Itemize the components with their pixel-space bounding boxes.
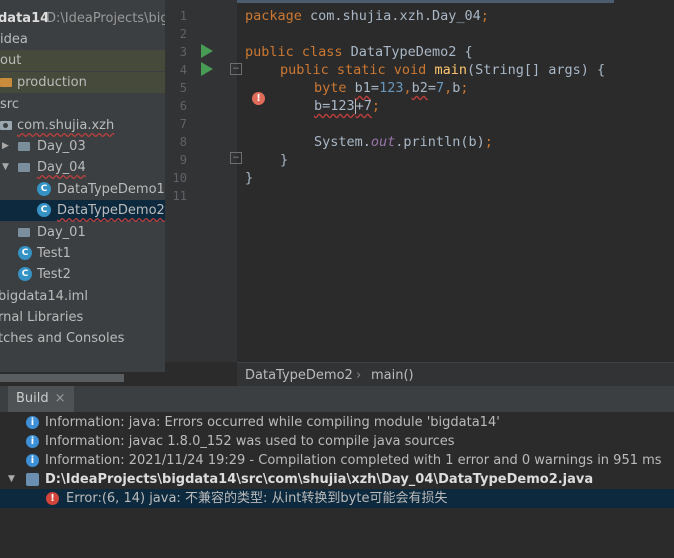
tree-item-datatypedemo2[interactable]: C DataTypeDemo2 xyxy=(0,200,165,221)
build-error-message[interactable]: ! Error:(6, 14) java: 不兼容的类型: 从int转换到byt… xyxy=(0,489,674,508)
tree-item-package[interactable]: com.shujia.xzh xyxy=(0,115,165,136)
tree-item-label: DataTypeDemo1 xyxy=(57,182,165,197)
line-number: 2 xyxy=(179,27,187,41)
info-icon: i xyxy=(26,435,39,448)
line-number: 9 xyxy=(179,153,187,167)
tree-item-label: production xyxy=(17,75,87,90)
line-number: 11 xyxy=(172,189,187,203)
tree-item-out[interactable]: out xyxy=(0,50,165,71)
horizontal-scrollbar[interactable] xyxy=(0,374,124,382)
build-message-text: Information: javac 1.8.0_152 was used to… xyxy=(45,434,455,449)
code-line-9: } xyxy=(280,152,289,168)
chevron-down-icon[interactable]: ▼ xyxy=(2,157,9,178)
java-class-icon: C xyxy=(37,182,51,196)
info-icon: i xyxy=(26,416,39,429)
tree-item-production[interactable]: production xyxy=(0,72,165,93)
tree-item-label: tches and Consoles xyxy=(0,331,125,346)
chevron-right-icon[interactable]: ▶ xyxy=(2,136,9,157)
code-line-6: b=123+7; xyxy=(314,98,381,114)
tree-item-day04[interactable]: ▼ Day_04 xyxy=(0,157,165,178)
package-icon xyxy=(0,121,12,130)
tree-item-label: DataTypeDemo2 xyxy=(57,203,165,218)
code-line-8: System.out.println(b); xyxy=(314,134,493,150)
build-message[interactable]: i Information: java: Errors occurred whi… xyxy=(0,413,674,432)
java-file-icon xyxy=(26,473,39,486)
tree-item-test2[interactable]: C Test2 xyxy=(0,264,165,285)
run-main-icon[interactable] xyxy=(201,62,213,76)
tree-item-datatypedemo1[interactable]: C DataTypeDemo1 xyxy=(0,179,165,200)
java-class-icon: C xyxy=(37,203,51,217)
tab-build[interactable]: Build × xyxy=(8,386,74,412)
code-line-10: } xyxy=(245,170,254,186)
line-number: 7 xyxy=(179,117,187,131)
line-number: 6 xyxy=(179,99,187,113)
code-line-5: byte b1=123,b2=7,b; xyxy=(314,80,469,96)
close-icon[interactable]: × xyxy=(55,391,66,406)
tree-item-label: Test1 xyxy=(37,246,71,261)
tree-item-scratches[interactable]: tches and Consoles xyxy=(0,328,165,349)
line-number: 5 xyxy=(179,81,187,95)
package-icon xyxy=(18,163,30,172)
tree-item-src[interactable]: src xyxy=(0,94,165,115)
editor-tab-indicator xyxy=(237,0,614,3)
tree-item-label: rnal Libraries xyxy=(0,310,84,325)
line-number: 1 xyxy=(179,9,187,23)
code-line-3: public class DataTypeDemo2 { xyxy=(245,44,473,60)
line-number: 10 xyxy=(172,171,187,185)
line-number: 8 xyxy=(179,135,187,149)
tree-item-day01[interactable]: Day_01 xyxy=(0,222,165,243)
tree-item-label: src xyxy=(0,97,19,112)
tree-item-label: com.shujia.xzh xyxy=(17,118,115,133)
folder-icon xyxy=(0,78,12,87)
tree-item-day03[interactable]: ▶ Day_03 xyxy=(0,136,165,157)
tab-build-label: Build xyxy=(16,391,49,406)
tree-item-label: Day_01 xyxy=(37,225,86,240)
tree-item-label: bigdata14.iml xyxy=(0,289,88,304)
tree-item-iml[interactable]: bigdata14.iml xyxy=(0,286,165,307)
tree-item-label: idea xyxy=(0,32,28,47)
tree-item-idea[interactable]: idea xyxy=(0,29,165,50)
line-number: 3 xyxy=(179,45,187,59)
tree-item-external-libraries[interactable]: rnal Libraries xyxy=(0,307,165,328)
build-message[interactable]: i Information: 2021/11/24 19:29 - Compil… xyxy=(0,451,674,470)
build-message-text: Information: 2021/11/24 19:29 - Compilat… xyxy=(45,453,662,468)
breadcrumb-class[interactable]: DataTypeDemo2 xyxy=(245,368,353,383)
error-icon: ! xyxy=(46,492,59,505)
error-bulb-icon[interactable]: ! xyxy=(252,92,265,105)
build-panel-header xyxy=(0,386,674,412)
package-icon xyxy=(18,228,30,237)
project-tree-panel: data14 D:\IdeaProjects\big idea out prod… xyxy=(0,0,165,372)
build-message-text: Information: java: Errors occurred while… xyxy=(45,415,500,430)
tree-item-label: out xyxy=(0,53,22,68)
fold-icon[interactable]: − xyxy=(230,152,242,164)
build-message-text: Error:(6, 14) java: 不兼容的类型: 从int转换到byte可… xyxy=(66,491,448,506)
tree-item-label: data14 xyxy=(0,11,50,26)
java-class-icon: C xyxy=(18,246,32,260)
tree-item-test1[interactable]: C Test1 xyxy=(0,243,165,264)
chevron-down-icon[interactable]: ▼ xyxy=(8,470,15,489)
code-line-1: package com.shujia.xzh.Day_04; xyxy=(245,8,489,24)
build-message[interactable]: i Information: javac 1.8.0_152 was used … xyxy=(0,432,674,451)
tree-item-project-root[interactable]: data14 D:\IdeaProjects\big xyxy=(0,8,165,29)
java-class-icon: C xyxy=(18,267,32,281)
tree-item-label: Test2 xyxy=(37,267,71,282)
tree-item-label: Day_03 xyxy=(37,139,86,154)
breadcrumb-method[interactable]: main() xyxy=(371,368,414,383)
code-line-4: public static void main(String[] args) { xyxy=(280,62,606,78)
fold-icon[interactable]: − xyxy=(230,63,242,75)
package-icon xyxy=(18,142,30,151)
build-file-path: D:\IdeaProjects\bigdata14\src\com\shujia… xyxy=(45,472,594,487)
breadcrumb-separator: › xyxy=(356,368,362,383)
run-class-icon[interactable] xyxy=(201,44,213,58)
info-icon: i xyxy=(26,454,39,467)
build-file-node[interactable]: ▼ D:\IdeaProjects\bigdata14\src\com\shuj… xyxy=(0,470,674,489)
line-number: 4 xyxy=(179,63,187,77)
breadcrumb: DataTypeDemo2 › main() xyxy=(237,362,674,387)
tree-item-label: Day_04 xyxy=(37,160,86,175)
project-path: D:\IdeaProjects\big xyxy=(46,11,165,26)
